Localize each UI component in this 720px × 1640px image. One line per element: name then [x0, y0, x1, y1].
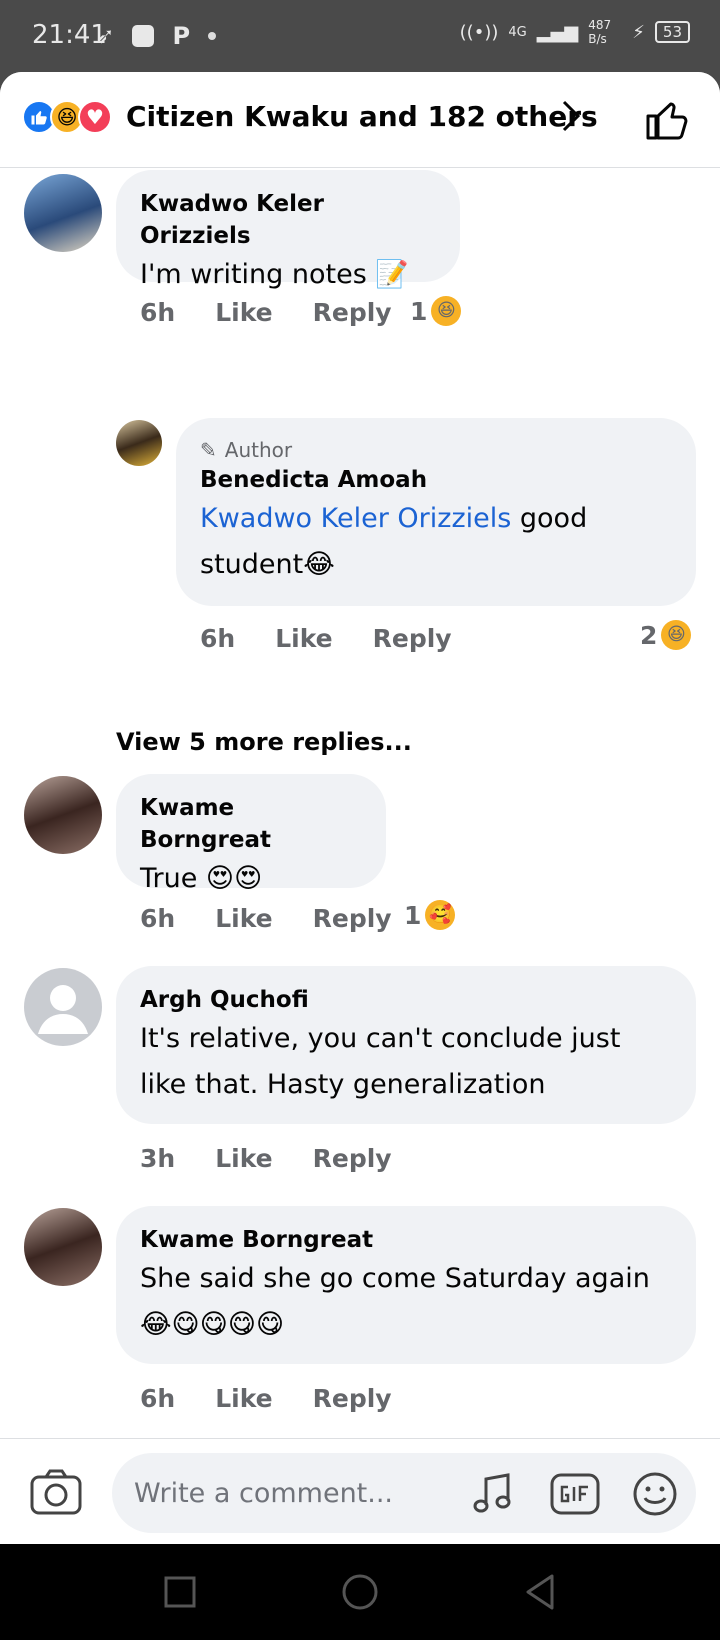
avatar[interactable] — [116, 420, 162, 466]
app-notification-icon — [132, 25, 155, 47]
comment-reactions[interactable]: 2 😆 — [640, 620, 692, 650]
charging-icon: ⚡ — [632, 21, 645, 43]
reaction-count: 2 — [640, 620, 658, 650]
network-label: 4G — [508, 24, 527, 40]
reply-button[interactable]: Reply — [313, 904, 392, 933]
like-comment-button[interactable]: Like — [215, 1384, 272, 1413]
comment-time: 6h — [140, 1384, 176, 1413]
default-avatar-icon — [38, 985, 88, 1034]
comment-author[interactable]: Kwadwo Keler Orizziels — [140, 188, 436, 252]
care-icon: 🥰 — [425, 900, 456, 930]
comment-input[interactable] — [134, 1471, 434, 1515]
reaction-summary[interactable]: Citizen Kwaku and 182 others — [126, 100, 598, 133]
reaction-count: 1 — [404, 900, 422, 930]
comments-sheet: 😆 ♥ Citizen Kwaku and 182 others Kwadwo … — [0, 72, 720, 1544]
like-comment-button[interactable]: Like — [215, 298, 272, 327]
avatar[interactable] — [24, 1208, 102, 1286]
comment-actions: 6h Like Reply — [140, 904, 392, 933]
home-button[interactable] — [340, 1572, 380, 1612]
comment-text: She said she go come Saturday again 😂😋😋😋… — [140, 1263, 650, 1340]
comment-time: 6h — [140, 904, 176, 933]
comment-bubble[interactable]: Kwame Borngreat True 😍😍 — [116, 774, 386, 894]
speed-readout: 487 B/s — [588, 18, 612, 46]
mention-link[interactable]: Kwadwo Keler Orizziels — [200, 503, 511, 534]
comment-time: 6h — [200, 624, 236, 653]
comment-actions: 6h Like Reply — [140, 1384, 392, 1413]
more-notifications-icon — [208, 32, 217, 40]
comments-list: Kwadwo Keler Orizziels I'm writing notes… — [0, 168, 720, 1438]
avatar[interactable] — [24, 174, 102, 252]
comment-actions: 6h Like Reply — [140, 298, 392, 327]
music-icon[interactable] — [470, 1471, 516, 1517]
haha-icon: 😆 — [661, 620, 692, 650]
comment-reactions[interactable]: 1 🥰 — [404, 900, 456, 930]
compose-bar — [0, 1438, 720, 1544]
author-label: Author — [224, 438, 293, 462]
reaction-count: 1 — [410, 296, 428, 326]
comment-author[interactable]: Kwame Borngreat — [140, 1224, 672, 1256]
avatar[interactable] — [24, 776, 102, 854]
recents-button[interactable] — [160, 1572, 200, 1612]
comment-author[interactable]: Argh Quchofi — [140, 984, 672, 1016]
comment-text: I'm writing notes 📝 — [140, 259, 409, 290]
like-comment-button[interactable]: Like — [215, 1144, 272, 1173]
reply-button[interactable]: Reply — [373, 624, 452, 653]
battery-icon: 53 — [654, 21, 690, 43]
app-notification-icon: P — [172, 22, 191, 50]
comment-text: True 😍😍 — [140, 863, 263, 894]
reaction-icons: 😆 ♥ — [22, 100, 112, 134]
back-button[interactable] — [520, 1572, 560, 1612]
reply-button[interactable]: Reply — [313, 1384, 392, 1413]
love-icon: ♥ — [78, 100, 112, 134]
comment-text: It's relative, you can't conclude just l… — [140, 1023, 621, 1100]
chevron-right-icon[interactable] — [556, 96, 586, 136]
comment-author[interactable]: Benedicta Amoah — [200, 464, 672, 496]
gif-icon[interactable] — [550, 1471, 600, 1517]
pencil-icon: ✎ — [200, 438, 217, 462]
comment-time: 6h — [140, 298, 176, 327]
haha-icon: 😆 — [431, 296, 462, 326]
system-nav-bar — [0, 1544, 720, 1640]
reactions-header[interactable]: 😆 ♥ Citizen Kwaku and 182 others — [0, 72, 720, 168]
author-badge: ✎ Author — [200, 436, 672, 464]
like-button[interactable] — [644, 96, 692, 144]
comment-time: 3h — [140, 1144, 176, 1173]
comment-input-container[interactable] — [112, 1453, 696, 1533]
comment-actions: 3h Like Reply — [140, 1144, 392, 1173]
comment-bubble[interactable]: Argh Quchofi It's relative, you can't co… — [116, 966, 696, 1124]
avatar[interactable] — [24, 968, 102, 1046]
comment-actions: 6h Like Reply — [200, 624, 452, 653]
view-more-replies[interactable]: View 5 more replies... — [116, 728, 412, 756]
reply-button[interactable]: Reply — [313, 298, 392, 327]
like-comment-button[interactable]: Like — [215, 904, 272, 933]
like-comment-button[interactable]: Like — [275, 624, 332, 653]
signal-icon: ▂▄▆ — [536, 21, 579, 43]
comment-bubble[interactable]: Kwame Borngreat She said she go come Sat… — [116, 1206, 696, 1364]
comment-text: Kwadwo Keler Orizziels good student😂 — [200, 496, 672, 588]
emoji-icon[interactable] — [632, 1471, 678, 1517]
reply-button[interactable]: Reply — [313, 1144, 392, 1173]
camera-icon[interactable] — [30, 1469, 82, 1515]
comment-author[interactable]: Kwame Borngreat — [140, 792, 362, 856]
comment-bubble[interactable]: Kwadwo Keler Orizziels I'm writing notes… — [116, 170, 460, 290]
comment-bubble[interactable]: ✎ Author Benedicta Amoah Kwadwo Keler Or… — [176, 418, 696, 606]
comment-reactions[interactable]: 1 😆 — [410, 296, 462, 326]
status-bar: 21:41 ➶ P ((•)) 4G ▂▄▆ 487 B/s ⚡ 53 — [0, 0, 720, 72]
hotspot-icon: ((•)) — [459, 21, 499, 43]
app-notification-icon: ➶ — [96, 23, 115, 49]
